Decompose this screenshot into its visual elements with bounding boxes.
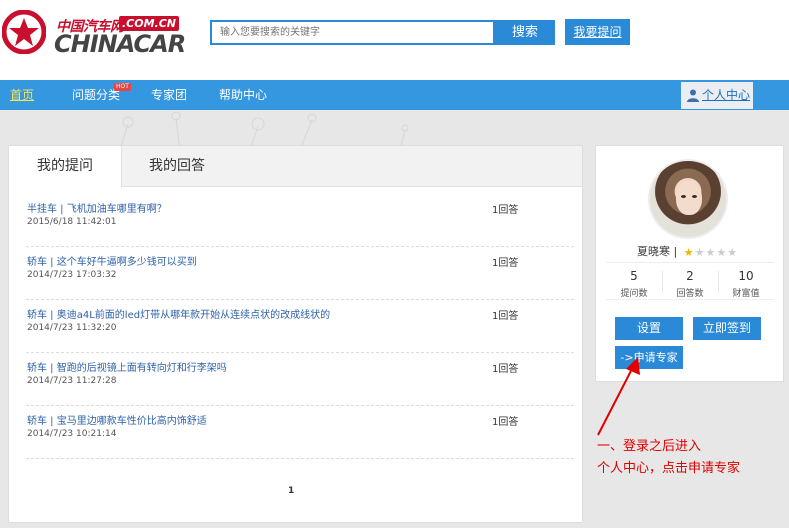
avatar-face bbox=[676, 181, 702, 215]
stat-wealth: 10 财富值 bbox=[718, 269, 774, 299]
main-nav: 首页 问题分类 HOT 专家团 帮助中心 bbox=[0, 80, 789, 110]
question-date: 2014/7/23 10:21:14 bbox=[27, 429, 117, 439]
stat-label: 财富值 bbox=[732, 289, 760, 299]
stat-value: 5 bbox=[630, 269, 638, 283]
logo-domain-text: .COM.CN bbox=[119, 16, 180, 31]
ask-question-label: 我要提问 bbox=[573, 25, 622, 39]
nav-item-home[interactable]: 首页 bbox=[10, 80, 34, 110]
list-item: 轿车 | 奥迪a4L前面的led灯带从哪年款开始从连续点状的改成线状的 2014… bbox=[26, 300, 574, 353]
profile-card: 夏晓寒 | ★★★★★ 5 提问数 2 回答数 10 财富值 设置 立即签到 -… bbox=[595, 145, 784, 382]
site-logo[interactable]: 中国汽车网 .COM.CN CHINACAR bbox=[2, 8, 186, 58]
rating-stars: ★★★★★ bbox=[684, 246, 738, 259]
tab-bar: 我的提问 我的回答 bbox=[9, 146, 582, 188]
nav-item-experts[interactable]: 专家团 bbox=[151, 80, 187, 110]
answer-count: 1回答 bbox=[492, 311, 519, 322]
avatar-eye bbox=[692, 195, 697, 198]
user-stats: 5 提问数 2 回答数 10 财富值 bbox=[606, 262, 774, 300]
answer-count: 1回答 bbox=[492, 205, 519, 216]
list-item: 半挂车 | 飞机加油车哪里有啊？ 2015/6/18 11:42:01 1回答 bbox=[26, 194, 574, 247]
star-icon: ★ bbox=[694, 246, 705, 259]
search-input[interactable] bbox=[210, 20, 495, 45]
nav-item-categories[interactable]: 问题分类 bbox=[72, 80, 120, 110]
answer-count: 1回答 bbox=[492, 417, 519, 428]
question-link[interactable]: 轿车 | 智跑的后视镜上面有转向灯和行李架吗 bbox=[27, 359, 227, 374]
question-date: 2014/7/23 17:03:32 bbox=[27, 270, 117, 280]
question-link[interactable]: 半挂车 | 飞机加油车哪里有啊？ bbox=[27, 200, 167, 215]
nav-item-help[interactable]: 帮助中心 bbox=[219, 80, 267, 110]
annotation-note: 一、登录之后进入 个人中心，点击申请专家 bbox=[597, 436, 740, 480]
question-link[interactable]: 轿车 | 宝马里边哪款车性价比高内饰舒适 bbox=[27, 412, 207, 427]
list-item: 轿车 | 智跑的后视镜上面有转向灯和行李架吗 2014/7/23 11:27:2… bbox=[26, 353, 574, 406]
user-center-label: 个人中心 bbox=[702, 88, 751, 102]
list-item: 轿车 | 这个车好牛逼啊多少钱可以买到 2014/7/23 17:03:32 1… bbox=[26, 247, 574, 300]
annotation-arrow-icon bbox=[597, 357, 640, 436]
star-icon: ★ bbox=[705, 246, 716, 259]
settings-button[interactable]: 设置 bbox=[615, 317, 683, 340]
tab-my-questions[interactable]: 我的提问 bbox=[9, 146, 122, 188]
annotation-line-1: 一、登录之后进入 bbox=[597, 439, 702, 454]
question-date: 2015/6/18 11:42:01 bbox=[27, 217, 117, 227]
question-link[interactable]: 轿车 | 奥迪a4L前面的led灯带从哪年款开始从连续点状的改成线状的 bbox=[27, 306, 330, 321]
avatar-eye bbox=[681, 195, 686, 198]
star-icon: ★ bbox=[727, 246, 738, 259]
question-date: 2014/7/23 11:32:20 bbox=[27, 323, 117, 333]
question-link[interactable]: 轿车 | 这个车好牛逼啊多少钱可以买到 bbox=[27, 253, 197, 268]
star-icon: ★ bbox=[716, 246, 727, 259]
avatar[interactable] bbox=[648, 159, 728, 239]
decorative-dandelion-pattern bbox=[119, 111, 409, 150]
stat-value: 10 bbox=[738, 269, 754, 283]
star-icon: ★ bbox=[683, 246, 694, 259]
stat-label: 提问数 bbox=[620, 289, 648, 299]
hot-badge: HOT bbox=[114, 83, 131, 91]
stat-questions: 5 提问数 bbox=[606, 269, 662, 299]
search-button[interactable]: 搜索 bbox=[495, 20, 555, 45]
question-list: 半挂车 | 飞机加油车哪里有啊？ 2015/6/18 11:42:01 1回答 … bbox=[26, 194, 574, 459]
ask-question-button[interactable]: 我要提问 bbox=[565, 19, 630, 45]
stat-answers: 2 回答数 bbox=[662, 269, 718, 299]
logo-en-text: CHINACAR bbox=[54, 30, 186, 58]
stat-label: 回答数 bbox=[676, 289, 704, 299]
sign-in-button[interactable]: 立即签到 bbox=[693, 317, 761, 340]
username: 夏晓寒 bbox=[637, 245, 670, 258]
pagination-page-1[interactable]: 1 bbox=[288, 486, 294, 496]
answer-count: 1回答 bbox=[492, 364, 519, 375]
user-center-link[interactable]: 个人中心 bbox=[681, 82, 753, 109]
answer-count: 1回答 bbox=[492, 258, 519, 269]
logo-badge-icon bbox=[2, 10, 46, 54]
stat-value: 2 bbox=[686, 269, 694, 283]
username-row: 夏晓寒 | ★★★★★ bbox=[637, 243, 738, 259]
separator: | bbox=[673, 245, 678, 258]
user-icon bbox=[687, 89, 699, 102]
annotation-line-2: 个人中心，点击申请专家 bbox=[597, 461, 741, 476]
tab-my-answers[interactable]: 我的回答 bbox=[122, 146, 232, 187]
questions-panel: 我的提问 我的回答 半挂车 | 飞机加油车哪里有啊？ 2015/6/18 11:… bbox=[8, 145, 583, 523]
question-date: 2014/7/23 11:27:28 bbox=[27, 376, 117, 386]
list-item: 轿车 | 宝马里边哪款车性价比高内饰舒适 2014/7/23 10:21:14 … bbox=[26, 406, 574, 459]
header: 中国汽车网 .COM.CN CHINACAR 搜索 我要提问 bbox=[0, 0, 789, 80]
